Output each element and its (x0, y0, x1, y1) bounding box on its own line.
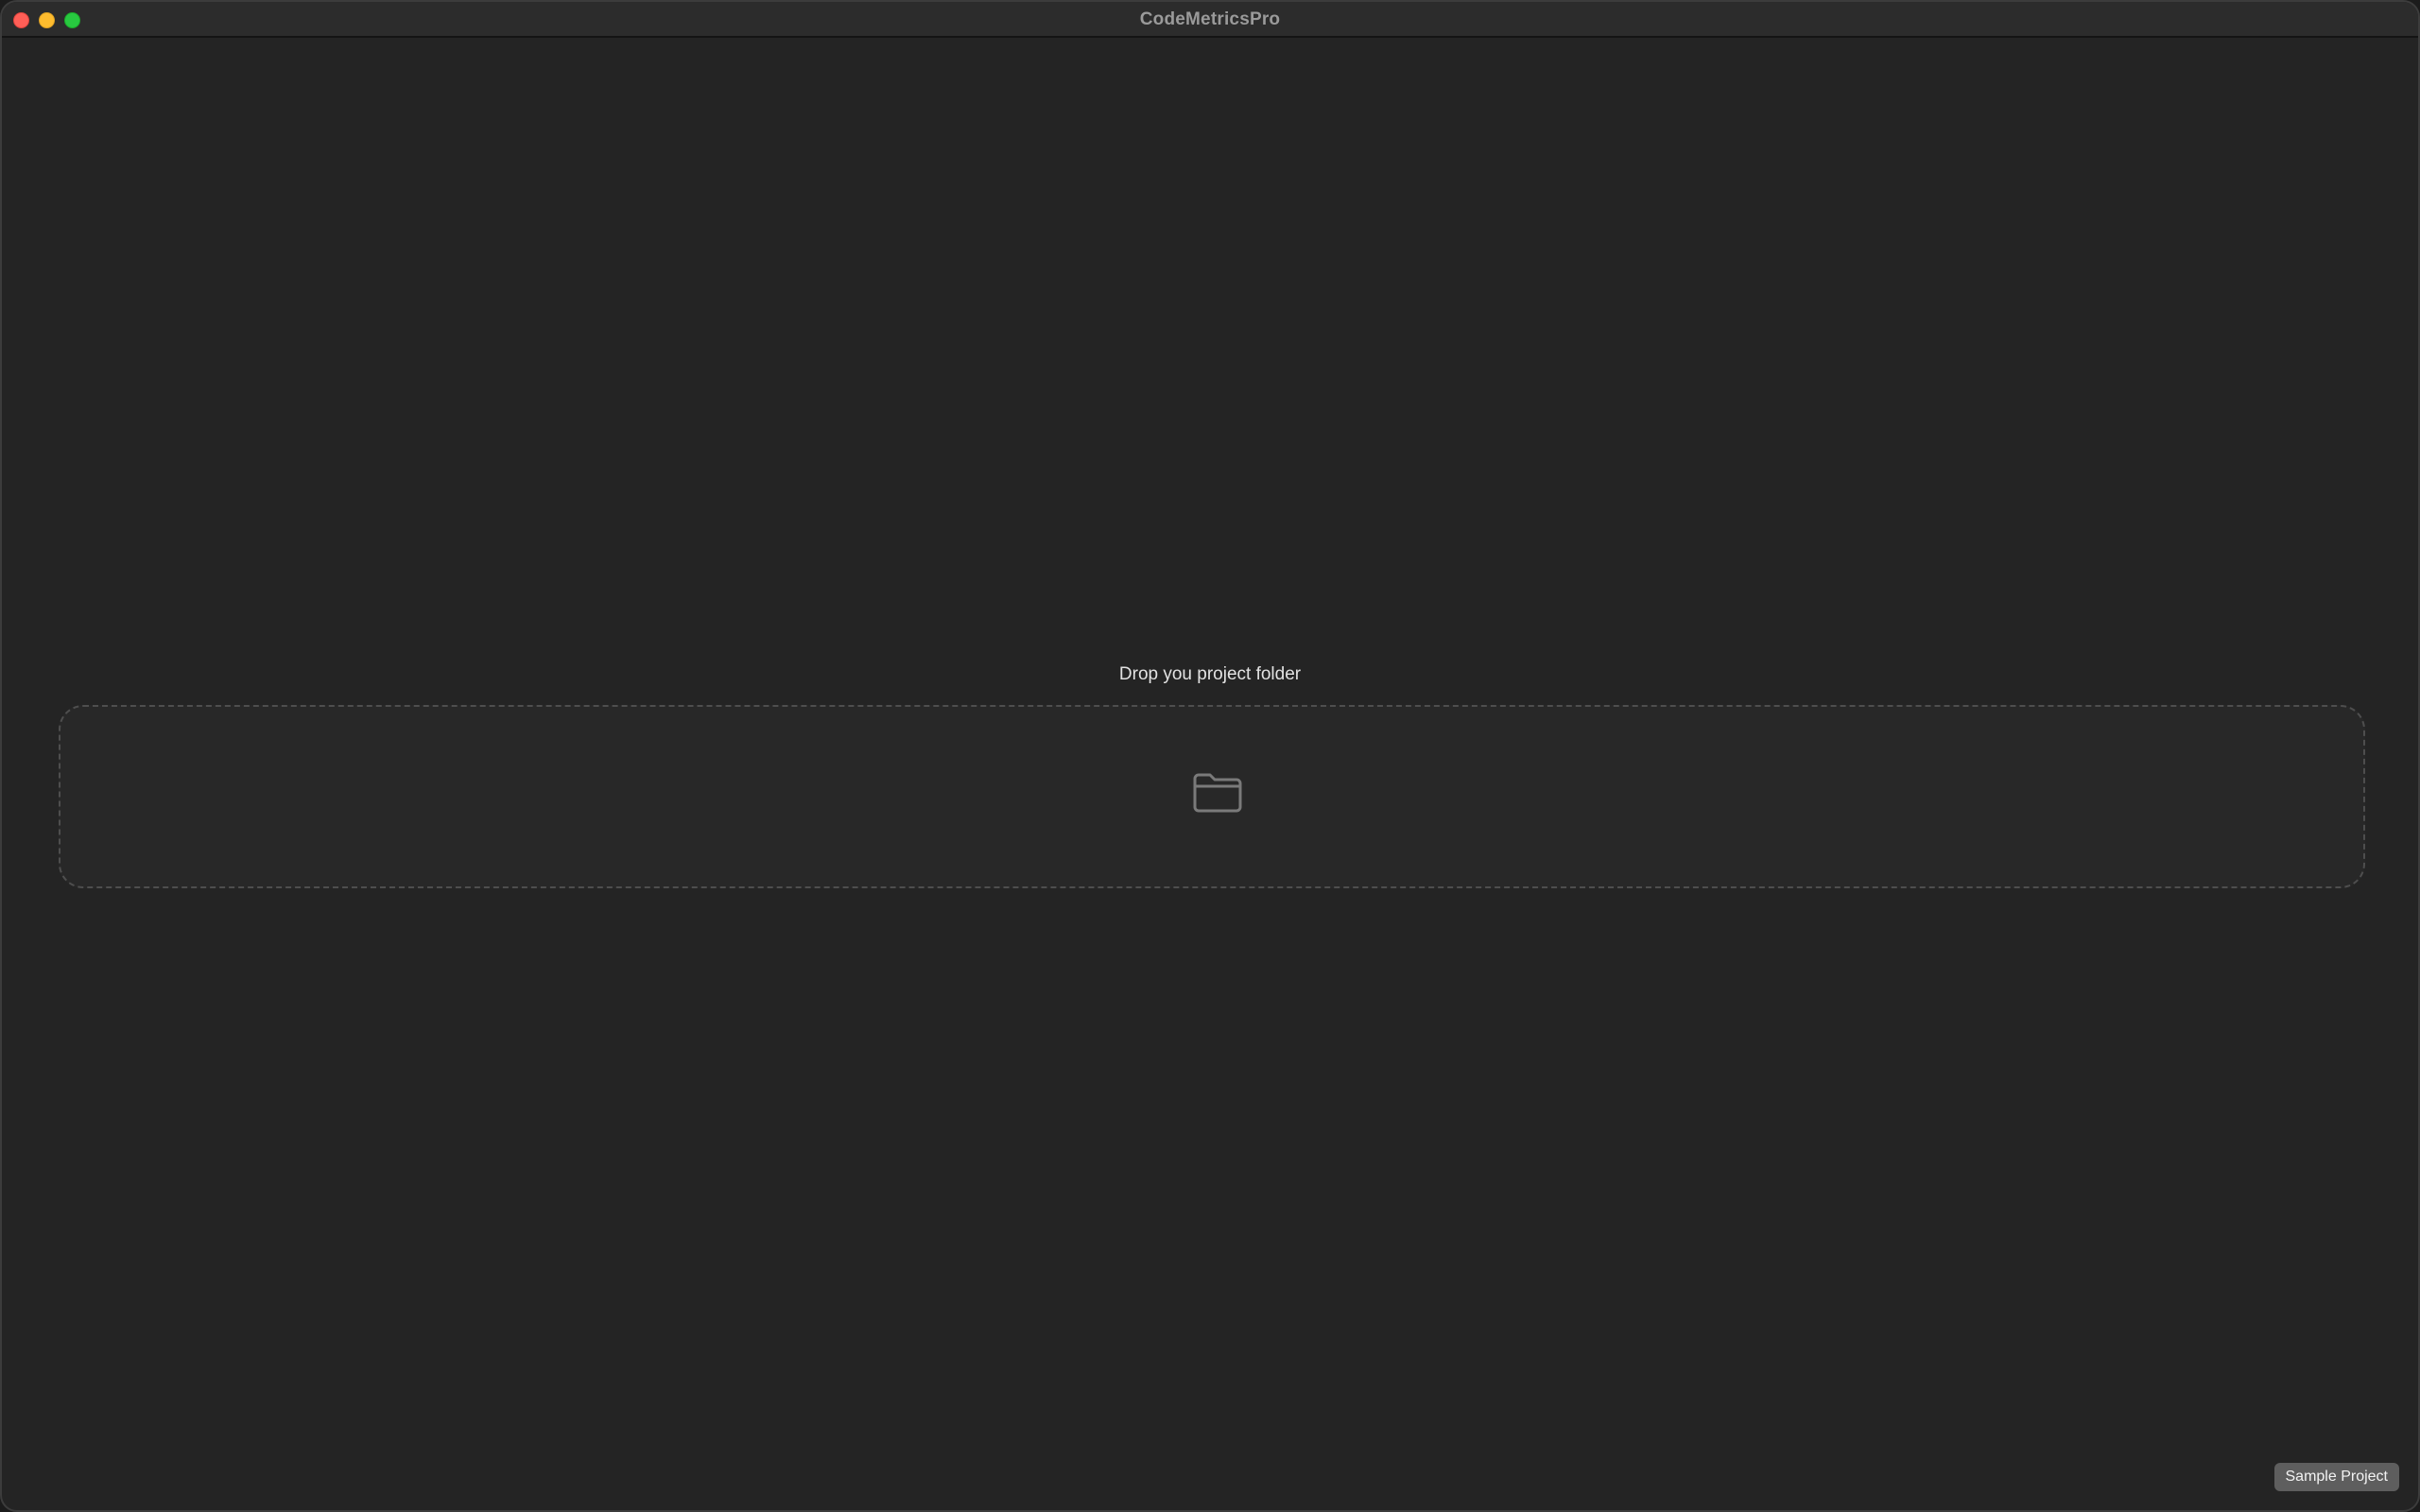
window-title: CodeMetricsPro (1139, 9, 1281, 29)
title-bar[interactable]: CodeMetricsPro (2, 2, 2418, 38)
drop-instruction-label: Drop you project folder (1118, 664, 1302, 684)
folder-icon (1193, 773, 1242, 813)
sample-project-button[interactable]: Sample Project (2273, 1463, 2399, 1491)
main-content: Drop you project folder Sample Project (2, 38, 2418, 1510)
project-folder-dropzone[interactable] (59, 705, 2365, 888)
app-window: CodeMetricsPro Drop you project folder S… (0, 0, 2420, 1512)
